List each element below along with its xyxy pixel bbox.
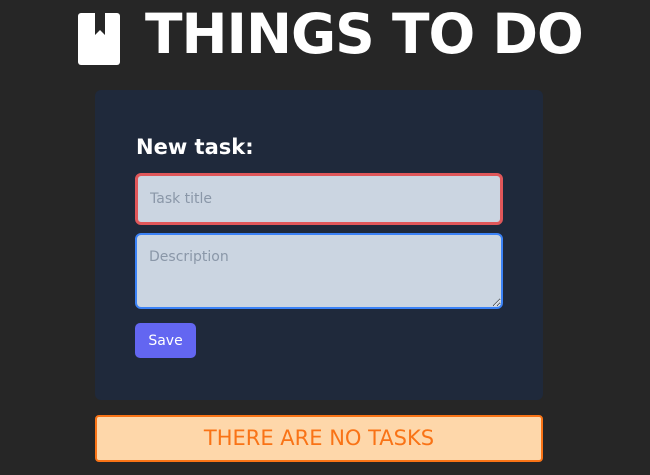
save-button[interactable]: Save: [135, 323, 196, 358]
empty-tasks-banner: THERE ARE NO TASKS: [95, 415, 543, 462]
new-task-card: New task: Save: [95, 90, 543, 400]
task-title-input[interactable]: [135, 173, 503, 225]
description-textarea[interactable]: [135, 233, 503, 309]
book-icon: [78, 13, 120, 65]
page-header: THINGS TO DO: [0, 0, 650, 70]
form-heading: New task:: [136, 135, 254, 159]
page-title: THINGS TO DO: [145, 2, 584, 66]
